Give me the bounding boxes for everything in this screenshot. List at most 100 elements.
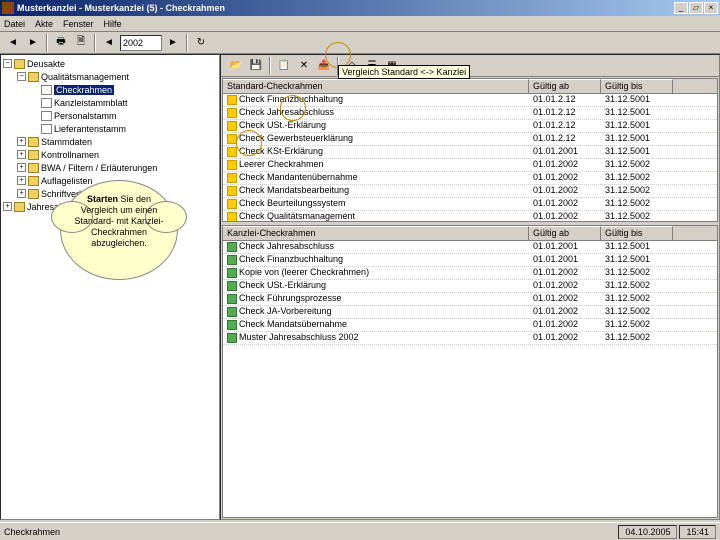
main-area: −Deusakte −Qualitätsmanagement Checkrahm… xyxy=(0,54,720,520)
minimize-button[interactable]: _ xyxy=(674,2,688,14)
tree-item[interactable]: BWA / Filtern / Erläuterungen xyxy=(41,163,157,173)
window-title: Musterkanzlei - Musterkanzlei (5) - Chec… xyxy=(17,3,674,13)
list-row[interactable]: Check Mandatsbearbeitung01.01.200231.12.… xyxy=(223,185,717,198)
close-button[interactable]: × xyxy=(704,2,718,14)
expand-icon[interactable]: + xyxy=(3,202,12,211)
status-bullet-icon xyxy=(227,320,237,330)
list-row[interactable]: Check Finanzbuchhaltung01.01.200131.12.5… xyxy=(223,254,717,267)
refresh-button[interactable]: ↻ xyxy=(192,34,210,52)
list-row[interactable]: Leerer Checkrahmen01.01.200231.12.5002 xyxy=(223,159,717,172)
status-bullet-icon xyxy=(227,281,237,291)
status-bullet-icon xyxy=(227,199,237,209)
tree-root[interactable]: Deusakte xyxy=(27,59,65,69)
next-year-button[interactable]: ► xyxy=(164,34,182,52)
tree-item[interactable]: Personalstamm xyxy=(54,111,117,121)
list-row[interactable]: Check USt.-Erklärung01.01.2.1231.12.5001 xyxy=(223,120,717,133)
menu-datei[interactable]: Datei xyxy=(4,19,25,29)
expand-icon[interactable]: + xyxy=(17,137,26,146)
maximize-button[interactable]: ▱ xyxy=(689,2,703,14)
tree-item[interactable]: Stammdaten xyxy=(41,137,92,147)
toolbar-separator xyxy=(94,34,96,52)
list-header: Standard-Checkrahmen Gültig ab Gültig bi… xyxy=(223,79,717,94)
expand-icon[interactable]: − xyxy=(3,59,12,68)
list-row[interactable]: Check Mandatsübernahme01.01.200231.12.50… xyxy=(223,319,717,332)
col-from[interactable]: Gültig ab xyxy=(529,226,601,240)
col-to[interactable]: Gültig bis xyxy=(601,226,673,240)
list-row[interactable]: Check Führungsprozesse01.01.200231.12.50… xyxy=(223,293,717,306)
folder-icon xyxy=(28,72,39,82)
menu-akte[interactable]: Akte xyxy=(35,19,53,29)
folder-icon xyxy=(28,189,39,199)
year-input[interactable] xyxy=(120,35,162,51)
status-bullet-icon xyxy=(227,147,237,157)
status-bullet-icon xyxy=(227,160,237,170)
list-row[interactable]: Check JA-Vorbereitung01.01.200231.12.500… xyxy=(223,306,717,319)
expand-icon[interactable]: + xyxy=(17,150,26,159)
kanzlei-list: Kanzlei-Checkrahmen Gültig ab Gültig bis… xyxy=(222,225,718,518)
status-bullet-icon xyxy=(227,186,237,196)
folder-icon xyxy=(28,163,39,173)
status-bullet-icon xyxy=(227,294,237,304)
tooltip: Vergleich Standard <-> Kanzlei xyxy=(338,65,470,79)
status-bullet-icon xyxy=(227,268,237,278)
toolbar-separator xyxy=(186,34,188,52)
status-bullet-icon xyxy=(227,255,237,265)
status-bullet-icon xyxy=(227,173,237,183)
toolbar-separator xyxy=(269,57,271,75)
list-row[interactable]: Check Qualitätsmanagement01.01.200231.12… xyxy=(223,211,717,222)
tree-item[interactable]: Kanzleistammblatt xyxy=(54,98,128,108)
folder-icon xyxy=(14,202,25,212)
list-row[interactable]: Check Jahresabschluss01.01.200131.12.500… xyxy=(223,241,717,254)
expand-icon[interactable]: + xyxy=(17,176,26,185)
preview-button[interactable]: 🗎 xyxy=(72,34,90,52)
status-time: 15:41 xyxy=(679,525,716,539)
list-row[interactable]: Check KSt-Erklärung01.01.200131.12.5001 xyxy=(223,146,717,159)
print-button[interactable]: 🖶 xyxy=(52,34,70,52)
highlight-circle xyxy=(280,95,306,121)
list-row[interactable]: Muster Jahresabschluss 200201.01.200231.… xyxy=(223,332,717,345)
tree-item[interactable]: Qualitätsmanagement xyxy=(41,72,129,82)
menubar: Datei Akte Fenster Hilfe xyxy=(0,16,720,32)
open-button[interactable]: 📂 xyxy=(227,57,245,75)
tree-item[interactable]: Lieferantenstamm xyxy=(54,124,126,134)
col-from[interactable]: Gültig ab xyxy=(529,79,601,93)
folder-icon xyxy=(28,137,39,147)
titlebar: Musterkanzlei - Musterkanzlei (5) - Chec… xyxy=(0,0,720,16)
expand-icon[interactable]: − xyxy=(17,72,26,81)
tree-item[interactable]: Kontrollnamen xyxy=(41,150,99,160)
list-row[interactable]: Check USt.-Erklärung01.01.200231.12.5002 xyxy=(223,280,717,293)
status-bullet-icon xyxy=(227,333,237,343)
list-row[interactable]: Kopie von (leerer Checkrahmen)01.01.2002… xyxy=(223,267,717,280)
folder-icon xyxy=(14,59,25,69)
status-bullet-icon xyxy=(227,242,237,252)
col-to[interactable]: Gültig bis xyxy=(601,79,673,93)
nav-back-button[interactable]: ◄ xyxy=(4,34,22,52)
list-row[interactable]: Check Mandantenübernahme01.01.200231.12.… xyxy=(223,172,717,185)
nav-fwd-button[interactable]: ► xyxy=(24,34,42,52)
list-row[interactable]: Check Gewerbsteuerklärung01.01.2.1231.12… xyxy=(223,133,717,146)
content-pane: 📂 💾 📋 ✕ 📤 ◇ ☰ ▦ Standard-Checkrahmen Gül… xyxy=(220,54,720,520)
save-button[interactable]: 💾 xyxy=(247,57,265,75)
page-icon xyxy=(41,111,52,121)
col-name[interactable]: Standard-Checkrahmen xyxy=(223,79,529,93)
prev-year-button[interactable]: ◄ xyxy=(100,34,118,52)
main-toolbar: ◄ ► 🖶 🗎 ◄ ► ↻ xyxy=(0,32,720,54)
status-bullet-icon xyxy=(227,108,237,118)
highlight-circle xyxy=(236,130,262,156)
list-row[interactable]: Check Beurteilungssystem01.01.200231.12.… xyxy=(223,198,717,211)
status-date: 04.10.2005 xyxy=(618,525,677,539)
tree-pane: −Deusakte −Qualitätsmanagement Checkrahm… xyxy=(0,54,220,520)
menu-hilfe[interactable]: Hilfe xyxy=(104,19,122,29)
expand-icon[interactable]: + xyxy=(17,163,26,172)
statusbar: Checkrahmen 04.10.2005 15:41 xyxy=(0,522,720,540)
window-buttons: _ ▱ × xyxy=(674,2,718,14)
copy-button[interactable]: 📋 xyxy=(275,57,293,75)
status-bullet-icon xyxy=(227,307,237,317)
callout-text: Starten Sie den Vergleich um einen Stand… xyxy=(60,180,178,263)
col-name[interactable]: Kanzlei-Checkrahmen xyxy=(223,226,529,240)
menu-fenster[interactable]: Fenster xyxy=(63,19,94,29)
page-icon xyxy=(41,85,52,95)
expand-icon[interactable]: + xyxy=(17,189,26,198)
delete-button[interactable]: ✕ xyxy=(295,57,313,75)
tree-item-selected[interactable]: Checkrahmen xyxy=(54,85,114,95)
